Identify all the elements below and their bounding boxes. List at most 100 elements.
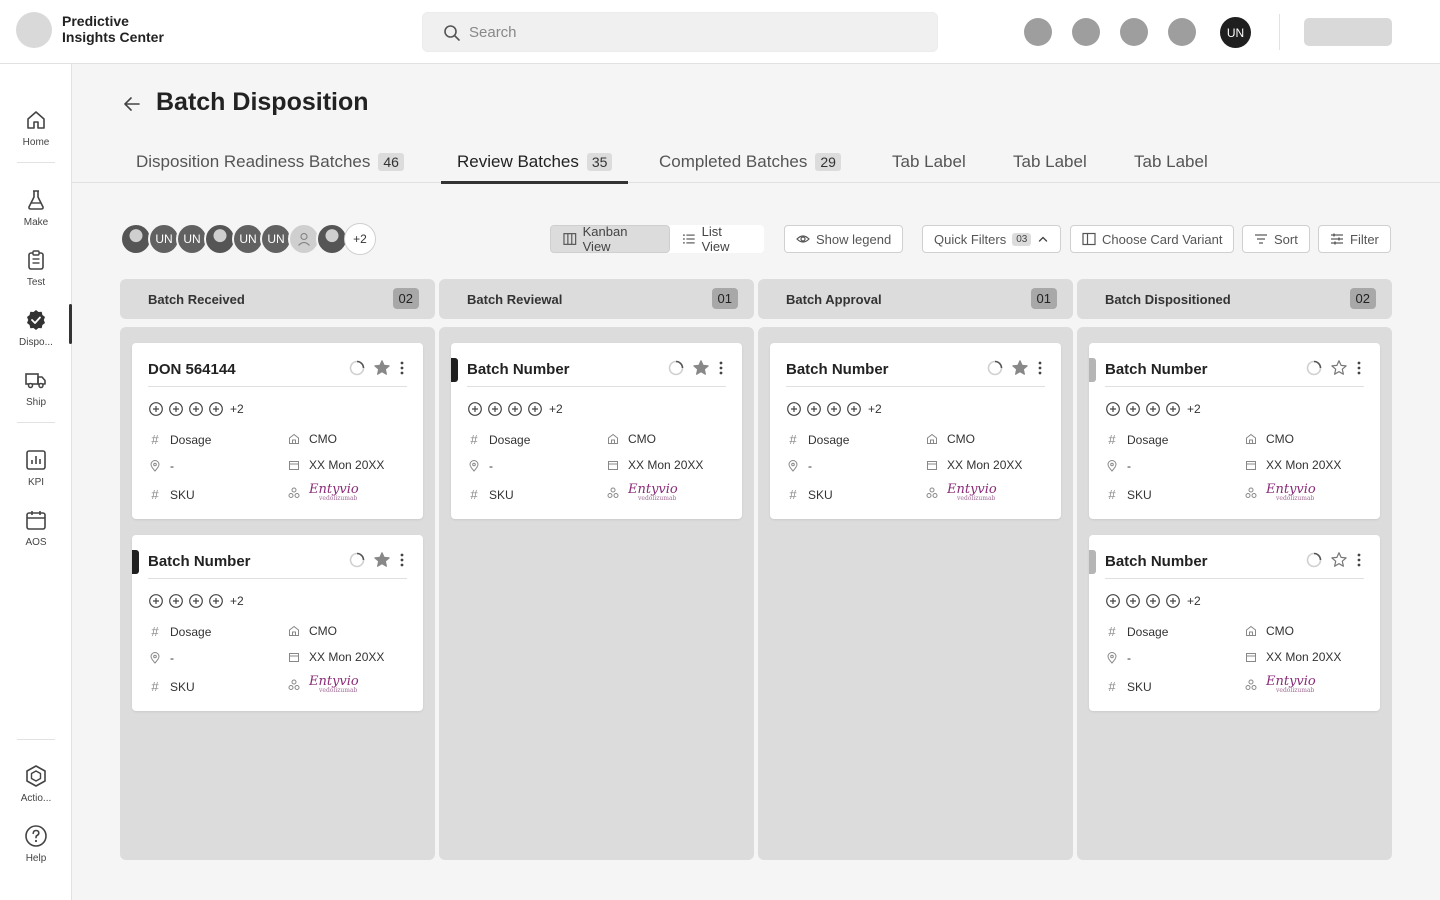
kebab-menu-icon[interactable] xyxy=(399,360,405,376)
batch-card[interactable]: Batch Number +2 # Dosage CMO - XX Mon 20X… xyxy=(1089,535,1380,711)
sidebar-item-ship[interactable]: Ship xyxy=(0,364,72,414)
add-circle-icon[interactable] xyxy=(208,593,224,609)
date-field: XX Mon 20XX xyxy=(287,650,384,664)
avatar-group[interactable]: UN UN UN UN +2 xyxy=(120,223,376,255)
sidebar-item-home[interactable]: Home xyxy=(0,104,72,154)
show-legend-button[interactable]: Show legend xyxy=(784,225,904,253)
add-circle-icon[interactable] xyxy=(487,401,503,417)
list-view-button[interactable]: List View xyxy=(670,224,764,254)
sidebar-item-label: KPI xyxy=(27,477,45,488)
kebab-menu-icon[interactable] xyxy=(718,360,724,376)
star-icon[interactable] xyxy=(1011,359,1029,377)
kebab-menu-icon[interactable] xyxy=(1037,360,1043,376)
header-action-2[interactable] xyxy=(1072,18,1100,46)
add-circle-icon[interactable] xyxy=(467,401,483,417)
quick-filters-button[interactable]: Quick Filters 03 xyxy=(922,225,1062,253)
molecule-icon xyxy=(1244,679,1258,691)
batch-card[interactable]: Batch Number +2 # Dosage CMO - XX Mon 20X… xyxy=(770,343,1061,519)
add-circle-icon[interactable] xyxy=(168,401,184,417)
add-circle-icon[interactable] xyxy=(1125,401,1141,417)
kebab-menu-icon[interactable] xyxy=(1356,552,1362,568)
add-circle-icon[interactable] xyxy=(1165,593,1181,609)
chevron-up-icon xyxy=(1039,236,1048,242)
header-divider xyxy=(1279,14,1280,50)
add-circle-icon[interactable] xyxy=(1105,593,1121,609)
more-count[interactable]: +2 xyxy=(1187,402,1201,416)
add-circle-icon[interactable] xyxy=(1145,401,1161,417)
card-actions xyxy=(349,551,405,569)
add-circle-icon[interactable] xyxy=(527,401,543,417)
batch-card[interactable]: DON 564144 +2 # Dosage CMO - XX Mon 20XX … xyxy=(132,343,423,519)
sidebar-item-help[interactable]: Help xyxy=(0,820,72,870)
kebab-menu-icon[interactable] xyxy=(1356,360,1362,376)
chart-icon xyxy=(26,450,46,470)
filter-button[interactable]: Filter xyxy=(1318,225,1391,253)
header-action-3[interactable] xyxy=(1120,18,1148,46)
header-action-1[interactable] xyxy=(1024,18,1052,46)
tab-label-6[interactable]: Tab Label xyxy=(1118,140,1224,183)
more-count[interactable]: +2 xyxy=(549,402,563,416)
sidebar-item-disposition[interactable]: Dispo... xyxy=(0,304,72,354)
sidebar-divider xyxy=(17,422,55,423)
kebab-menu-icon[interactable] xyxy=(399,552,405,568)
loading-spinner-icon xyxy=(349,552,365,568)
sidebar-item-kpi[interactable]: KPI xyxy=(0,444,72,494)
tab-completed-batches[interactable]: Completed Batches 29 xyxy=(643,140,857,183)
user-avatar[interactable]: UN xyxy=(1220,17,1251,48)
star-icon[interactable] xyxy=(373,359,391,377)
batch-card[interactable]: Batch Number +2 # Dosage CMO - XX Mon 20X… xyxy=(1089,343,1380,519)
add-circle-icon[interactable] xyxy=(846,401,862,417)
star-icon[interactable] xyxy=(1330,551,1348,569)
header-pill-button[interactable] xyxy=(1304,18,1392,46)
hash-icon: # xyxy=(1108,624,1116,639)
add-circle-icon[interactable] xyxy=(148,593,164,609)
header-action-4[interactable] xyxy=(1168,18,1196,46)
avatar-more[interactable]: +2 xyxy=(344,223,376,255)
add-circle-icon[interactable] xyxy=(1125,593,1141,609)
card-actions xyxy=(987,359,1043,377)
sort-button[interactable]: Sort xyxy=(1242,225,1310,253)
hash-icon: # xyxy=(151,432,159,447)
choose-card-variant-button[interactable]: Choose Card Variant xyxy=(1070,225,1235,253)
tab-label-4[interactable]: Tab Label xyxy=(876,140,982,183)
more-count[interactable]: +2 xyxy=(868,402,882,416)
batch-card[interactable]: Batch Number +2 # Dosage CMO - XX Mon 20X… xyxy=(451,343,742,519)
add-circle-icon[interactable] xyxy=(188,401,204,417)
tab-disposition-readiness[interactable]: Disposition Readiness Batches 46 xyxy=(120,140,420,183)
back-button[interactable] xyxy=(120,92,144,116)
sidebar-item-aos[interactable]: AOS xyxy=(0,504,72,554)
add-circle-icon[interactable] xyxy=(826,401,842,417)
add-circle-icon[interactable] xyxy=(806,401,822,417)
calendar-icon xyxy=(287,651,301,663)
cmo-label: CMO xyxy=(309,624,337,638)
sidebar-item-actions[interactable]: Actio... xyxy=(0,760,72,810)
more-count[interactable]: +2 xyxy=(230,402,244,416)
sidebar-item-make[interactable]: Make xyxy=(0,184,72,234)
more-count[interactable]: +2 xyxy=(1187,594,1201,608)
tab-review-batches[interactable]: Review Batches 35 xyxy=(441,140,629,184)
batch-card[interactable]: Batch Number +2 # Dosage CMO - XX Mon 20X… xyxy=(132,535,423,711)
location-pin-icon xyxy=(148,652,162,664)
more-count[interactable]: +2 xyxy=(230,594,244,608)
tab-label-5[interactable]: Tab Label xyxy=(997,140,1103,183)
add-circle-icon[interactable] xyxy=(786,401,802,417)
product-logo-subtext: vedolizumab xyxy=(1276,687,1315,694)
add-circle-icon[interactable] xyxy=(168,593,184,609)
star-icon[interactable] xyxy=(373,551,391,569)
filter-sliders-icon xyxy=(1331,233,1343,245)
add-circle-icon[interactable] xyxy=(507,401,523,417)
add-circle-icon[interactable] xyxy=(1165,401,1181,417)
add-circle-icon[interactable] xyxy=(1145,593,1161,609)
star-icon[interactable] xyxy=(692,359,710,377)
sidebar-item-test[interactable]: Test xyxy=(0,244,72,294)
card-divider xyxy=(1105,386,1364,387)
star-icon[interactable] xyxy=(1330,359,1348,377)
add-circle-icon[interactable] xyxy=(208,401,224,417)
app-logo[interactable] xyxy=(16,12,52,48)
add-circle-icon[interactable] xyxy=(148,401,164,417)
add-circle-icon[interactable] xyxy=(188,593,204,609)
add-circle-icon[interactable] xyxy=(1105,401,1121,417)
kanban-view-button[interactable]: Kanban View xyxy=(550,224,670,254)
building-icon xyxy=(287,433,301,445)
search-input[interactable] xyxy=(469,13,919,51)
